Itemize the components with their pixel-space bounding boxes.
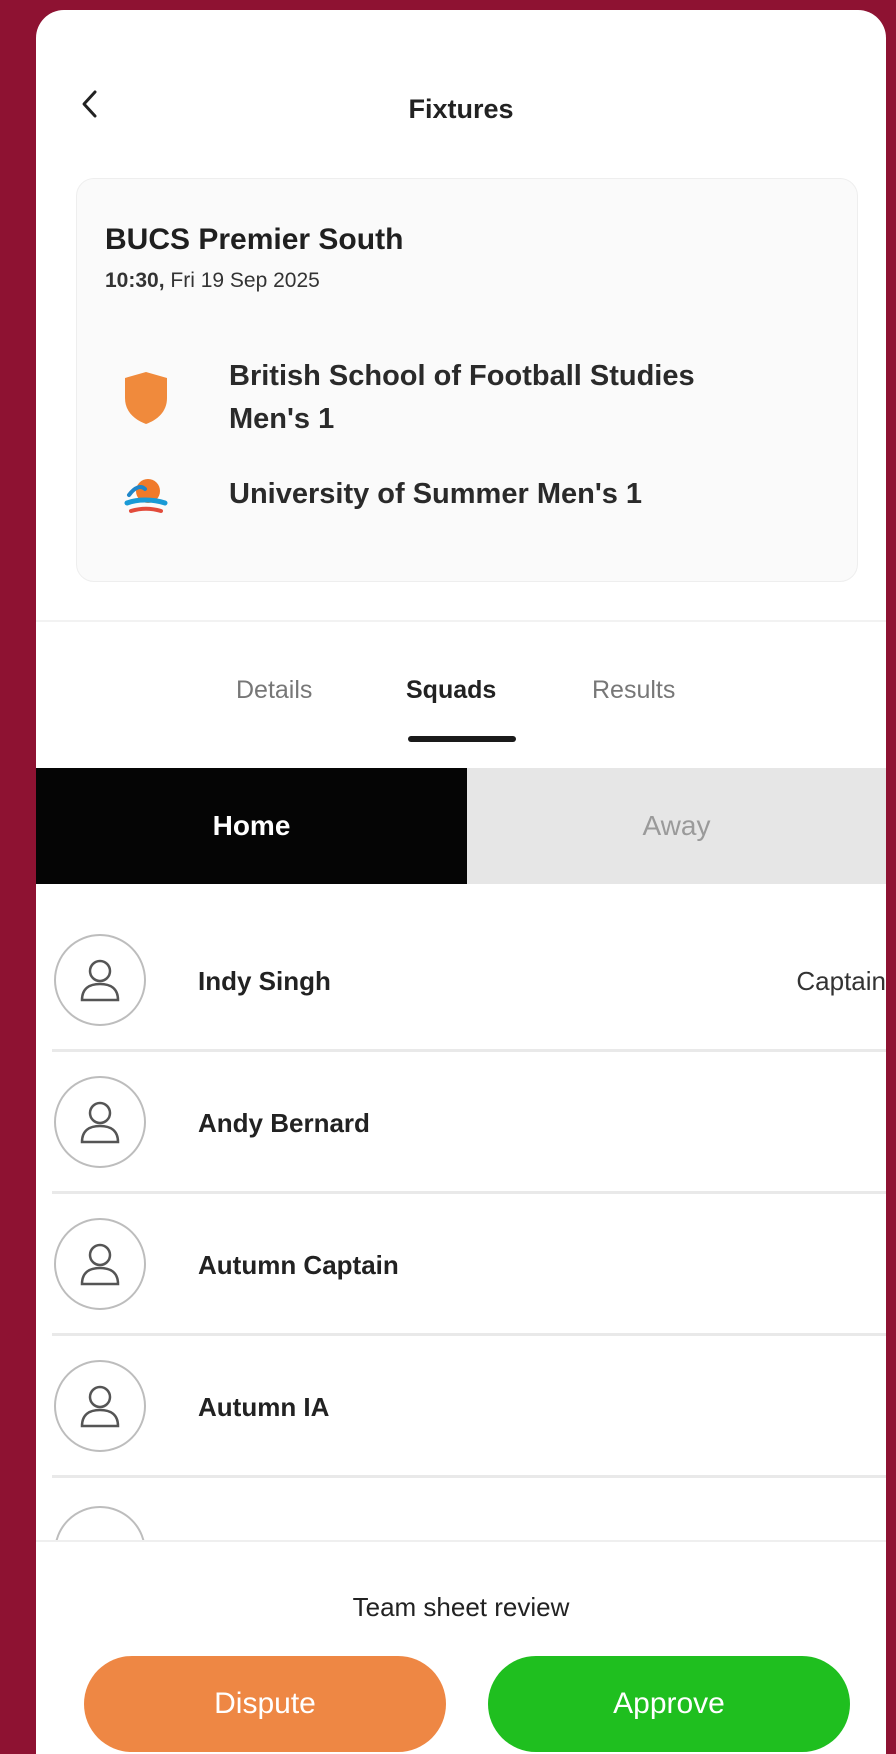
- fixture-card: BUCS Premier South 10:30, Fri 19 Sep 202…: [76, 178, 858, 582]
- user-icon: [80, 1385, 120, 1428]
- competition-name: BUCS Premier South: [105, 223, 404, 256]
- fixture-date: Fri 19 Sep 2025: [164, 269, 320, 292]
- avatar: [54, 1360, 146, 1452]
- home-team-name-line1: British School of Football Studies: [229, 360, 695, 392]
- tab-squads[interactable]: Squads: [406, 676, 496, 705]
- approve-button[interactable]: Approve: [488, 1656, 850, 1752]
- fixture-time: 10:30,: [105, 269, 165, 292]
- home-away-toggle: Home Away: [36, 768, 886, 884]
- review-label: Team sheet review: [352, 1592, 570, 1622]
- home-segment-button[interactable]: Home: [36, 768, 467, 884]
- app-screen: Fixtures BUCS Premier South 10:30, Fri 1…: [36, 10, 886, 1754]
- user-icon: [80, 1101, 120, 1144]
- list-item[interactable]: Autumn IA: [52, 1336, 886, 1478]
- dispute-button[interactable]: Dispute: [84, 1656, 446, 1752]
- away-segment-button[interactable]: Away: [467, 768, 886, 884]
- home-team-name: British School of Football Studies Men's…: [229, 355, 695, 441]
- team-sheet-review-footer: Team sheet review Dispute Approve: [36, 1540, 886, 1754]
- list-item[interactable]: Andy Bernard: [52, 1052, 886, 1194]
- fixture-datetime: 10:30, Fri 19 Sep 2025: [105, 269, 320, 293]
- active-tab-indicator: [408, 736, 516, 742]
- shield-icon: [117, 369, 175, 427]
- home-team-row: British School of Football Studies Men's…: [117, 355, 695, 441]
- tab-details[interactable]: Details: [236, 676, 312, 705]
- avatar: [54, 1218, 146, 1310]
- away-team-name: University of Summer Men's 1: [229, 478, 643, 510]
- home-team-name-line2: Men's 1: [229, 403, 335, 435]
- list-item[interactable]: Autumn Captain: [52, 1194, 886, 1336]
- user-icon: [80, 1243, 120, 1286]
- avatar: [54, 1076, 146, 1168]
- player-name: Autumn Captain: [198, 1250, 399, 1280]
- tab-results[interactable]: Results: [592, 676, 675, 705]
- player-name: Indy Singh: [198, 966, 331, 996]
- header: Fixtures: [36, 10, 886, 160]
- player-name: Andy Bernard: [198, 1108, 370, 1138]
- list-item[interactable]: Indy Singh Captain: [52, 910, 886, 1052]
- page-title: Fixtures: [408, 94, 514, 124]
- fixture-tabs: Details Squads Results: [36, 620, 886, 744]
- sun-logo-icon: [117, 467, 175, 525]
- player-role: Captain: [796, 966, 886, 996]
- avatar: [54, 934, 146, 1026]
- user-icon: [80, 959, 120, 1002]
- squad-list: Indy Singh Captain Andy Bernard Autumn C…: [36, 910, 886, 1478]
- player-name: Autumn IA: [198, 1392, 330, 1422]
- away-team-row: University of Summer Men's 1: [117, 473, 642, 525]
